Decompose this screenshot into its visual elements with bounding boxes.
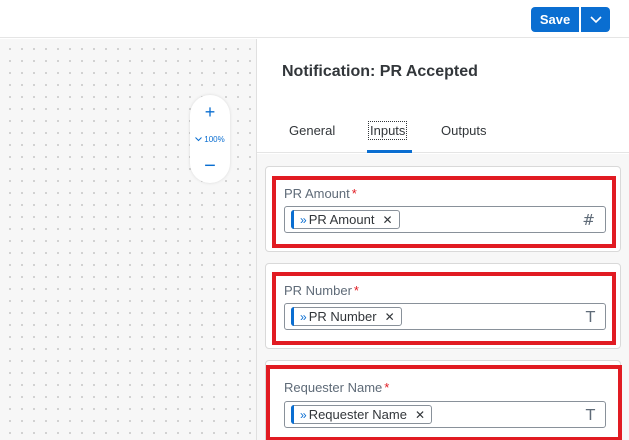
zoom-level-dropdown[interactable]: 100% (190, 132, 230, 146)
token-accent (291, 405, 294, 424)
token-label: PR Amount (308, 212, 375, 227)
save-button[interactable]: Save (531, 7, 579, 32)
tab-outputs[interactable]: Outputs (441, 123, 487, 138)
token-accent (291, 307, 294, 326)
hash-icon: # (582, 211, 595, 229)
required-marker: * (353, 283, 359, 298)
text-type-icon: T (585, 308, 595, 326)
field-label-pr-amount: PR Amount * (284, 186, 357, 201)
workflow-canvas[interactable]: + 100% − (0, 39, 256, 440)
properties-panel: Notification: PR Accepted General Inputs… (256, 39, 629, 440)
panel-tabs: General Inputs Outputs (257, 117, 629, 153)
context-variable-icon: » (300, 309, 307, 324)
close-icon[interactable]: ✕ (382, 213, 392, 227)
zoom-control: + 100% − (190, 95, 230, 183)
top-toolbar: Save (0, 0, 629, 38)
pr-amount-input[interactable]: » PR Amount ✕ # (284, 206, 606, 233)
token-accent (291, 210, 294, 229)
panel-title: Notification: PR Accepted (282, 63, 478, 80)
variable-token: » Requester Name ✕ (291, 405, 433, 424)
variable-token: » PR Number ✕ (291, 307, 402, 326)
close-icon[interactable]: ✕ (385, 310, 395, 324)
required-marker: * (351, 186, 357, 201)
active-tab-indicator (367, 150, 412, 153)
zoom-in-icon: + (204, 101, 216, 122)
field-label-pr-number: PR Number * (284, 283, 359, 298)
pr-number-input[interactable]: » PR Number ✕ T (284, 303, 606, 330)
tab-inputs[interactable]: Inputs (367, 121, 408, 140)
context-variable-icon: » (300, 212, 307, 227)
context-variable-icon: » (300, 407, 307, 422)
save-button-group: Save (531, 7, 610, 32)
zoom-out-button[interactable]: − (190, 153, 230, 179)
inputs-form: PR Amount * » PR Amount ✕ # PR Number * » … (257, 154, 629, 440)
field-label-requester-name: Requester Name * (284, 380, 390, 395)
token-label: Requester Name (308, 407, 407, 422)
chevron-down-icon (589, 15, 602, 23)
requester-name-input[interactable]: » Requester Name ✕ T (284, 401, 606, 428)
zoom-in-button[interactable]: + (190, 99, 230, 125)
close-icon[interactable]: ✕ (415, 408, 425, 422)
zoom-out-icon: − (204, 154, 216, 177)
save-options-button[interactable] (580, 7, 610, 32)
text-type-icon: T (585, 406, 595, 424)
zoom-level-value: 100% (204, 134, 225, 144)
tab-general[interactable]: General (289, 123, 335, 138)
required-marker: * (384, 380, 390, 395)
variable-token: » PR Amount ✕ (291, 210, 400, 229)
chevron-down-icon (195, 136, 203, 141)
token-label: PR Number (308, 309, 377, 324)
